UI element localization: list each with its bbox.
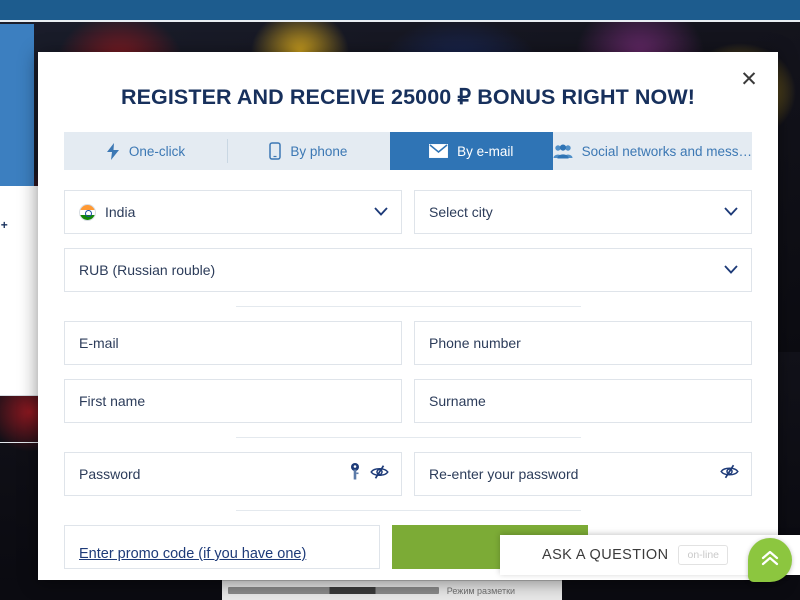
phone-field-placeholder: Phone number	[429, 335, 521, 351]
password-confirm-field-placeholder: Re-enter your password	[429, 466, 579, 482]
country-select[interactable]: India	[64, 190, 402, 234]
password-field-placeholder: Password	[79, 466, 141, 482]
surname-field[interactable]: Surname	[414, 379, 752, 423]
tab-by-email[interactable]: By e-mail	[389, 132, 553, 170]
country-city-row: India Select city	[64, 190, 752, 234]
registration-method-tabs: One-click By phone By e-mail Social netw…	[64, 132, 752, 170]
promo-code-field[interactable]: Enter promo code (if you have one)	[64, 525, 380, 569]
password-field-icons	[349, 463, 389, 486]
browser-status-bar: Режим разметки	[222, 580, 562, 600]
chevron-up-double-icon	[760, 549, 780, 572]
currency-select[interactable]: RUB (Russian rouble)	[64, 248, 752, 292]
form-divider-2	[64, 437, 752, 438]
left-card-divider	[0, 442, 38, 443]
tab-social-networks-label: Social networks and mess…	[581, 143, 752, 159]
site-top-bar	[0, 0, 800, 22]
chat-expand-button[interactable]	[748, 538, 792, 582]
email-field[interactable]: E-mail	[64, 321, 402, 365]
bolt-icon	[106, 142, 120, 160]
email-phone-row: E-mail Phone number	[64, 321, 752, 365]
name-row: First name Surname	[64, 379, 752, 423]
password-confirm-field[interactable]: Re-enter your password	[414, 452, 752, 496]
country-select-value: India	[105, 204, 136, 220]
password-confirm-field-icons	[720, 464, 739, 484]
city-select-value: Select city	[429, 204, 493, 220]
chat-status-badge: on-line	[678, 545, 729, 565]
tab-social-networks[interactable]: Social networks and mess…	[553, 132, 752, 170]
chevron-down-icon	[374, 203, 388, 221]
phone-field[interactable]: Phone number	[414, 321, 752, 365]
email-field-placeholder: E-mail	[79, 335, 119, 351]
form-divider-1	[64, 306, 752, 307]
eye-slash-icon[interactable]	[370, 464, 389, 484]
phone-icon	[269, 142, 282, 160]
status-bar-left-filler	[0, 580, 222, 600]
left-card-text: | +	[0, 218, 8, 232]
close-icon[interactable]: ✕	[736, 66, 762, 92]
envelope-icon	[429, 144, 449, 158]
tab-by-email-label: By e-mail	[457, 143, 514, 159]
key-icon[interactable]	[349, 463, 361, 486]
people-icon	[553, 144, 573, 159]
first-name-field-placeholder: First name	[79, 393, 146, 409]
tab-by-phone[interactable]: By phone	[226, 132, 390, 170]
eye-slash-icon[interactable]	[720, 464, 739, 484]
status-bar-text: Режим разметки	[446, 585, 516, 596]
chat-widget-label: ASK A QUESTION	[542, 547, 669, 563]
first-name-field[interactable]: First name	[64, 379, 402, 423]
currency-select-value: RUB (Russian rouble)	[79, 262, 216, 278]
registration-modal: ✕ REGISTER AND RECEIVE 25000 ₽ BONUS RIG…	[38, 52, 778, 580]
page-title: REGISTER AND RECEIVE 25000 ₽ BONUS RIGHT…	[120, 85, 696, 109]
tab-one-click[interactable]: One-click	[64, 132, 227, 170]
left-blue-panel	[0, 24, 34, 186]
surname-field-placeholder: Surname	[429, 393, 486, 409]
form-divider-3	[64, 510, 752, 511]
tab-by-phone-label: By phone	[290, 143, 348, 159]
chevron-down-icon	[724, 261, 738, 279]
tab-one-click-label: One-click	[128, 143, 186, 159]
promo-code-label: Enter promo code (if you have one)	[79, 546, 307, 562]
india-flag-icon	[79, 203, 96, 221]
registration-form: India Select city RUB (Russian rouble) E…	[38, 170, 778, 569]
password-field[interactable]: Password	[64, 452, 402, 496]
password-row: Password Re-enter your password	[64, 452, 752, 496]
status-bar-right-filler	[562, 580, 800, 600]
chevron-down-icon	[724, 203, 738, 221]
currency-row: RUB (Russian rouble)	[64, 248, 752, 292]
city-select[interactable]: Select city	[414, 190, 752, 234]
status-progress-indicator	[228, 587, 439, 594]
